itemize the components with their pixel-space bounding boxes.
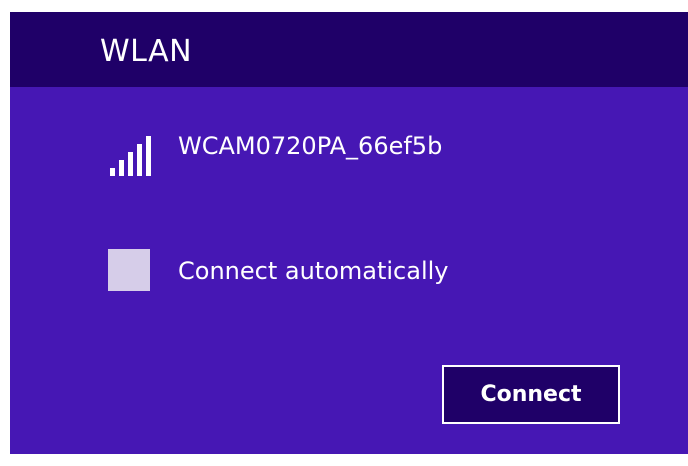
network-name: WCAM0720PA_66ef5b — [178, 132, 443, 160]
signal-bar-1 — [110, 168, 115, 176]
signal-bar-3 — [128, 152, 133, 176]
signal-bar-4 — [137, 144, 142, 176]
network-list-item[interactable]: WCAM0720PA_66ef5b — [106, 120, 606, 180]
connect-automatically-option[interactable]: Connect automatically — [108, 249, 528, 293]
wlan-flyout: WLAN WCAM0720PA_66ef5b Connect automatic… — [10, 12, 688, 454]
signal-bar-5 — [146, 136, 151, 176]
signal-bar-2 — [119, 160, 124, 176]
page-title: WLAN — [100, 34, 193, 69]
connect-button[interactable]: Connect — [442, 365, 620, 424]
wifi-signal-bars-icon — [110, 136, 151, 176]
connect-automatically-label: Connect automatically — [178, 257, 449, 285]
header-bar: WLAN — [10, 12, 688, 87]
connect-automatically-checkbox[interactable] — [108, 249, 150, 291]
